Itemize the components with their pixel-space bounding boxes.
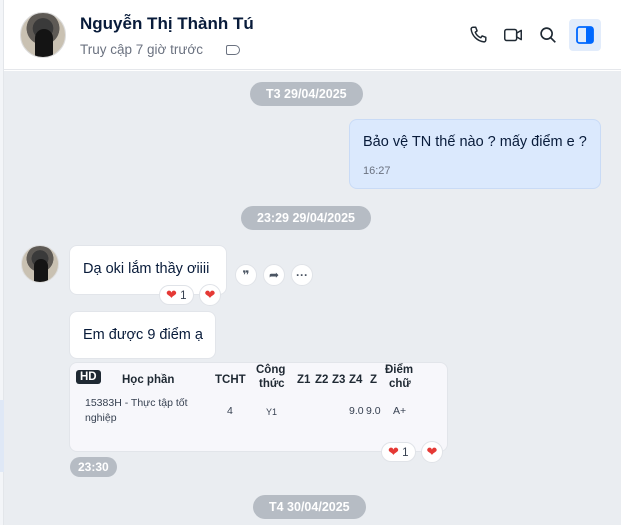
cell-formula: Y1 — [266, 407, 278, 417]
outgoing-message[interactable]: Bảo vệ TN thế nào ? mấy điểm e ? 16:27 — [349, 119, 601, 189]
cell-z: 9.0 — [366, 405, 381, 417]
last-seen-status: Truy cập 7 giờ trước — [80, 42, 204, 57]
grade-table-card[interactable]: HD Học phần TCHT Công thức Z1 Z2 Z3 Z4 Z… — [69, 362, 448, 452]
column-header-z3: Z3 — [332, 374, 346, 386]
side-panel-icon — [576, 26, 594, 44]
cell-course-line2: nghiệp — [85, 412, 117, 424]
column-header-letter-line2: chữ — [389, 378, 411, 390]
label-tag-icon[interactable] — [226, 45, 240, 55]
incoming-message[interactable]: Em được 9 điểm ạ — [69, 311, 216, 359]
date-separator: T4 30/04/2025 — [253, 495, 366, 519]
reaction-summary[interactable]: ❤ 1 — [159, 285, 194, 305]
reaction-count: 1 — [180, 290, 187, 302]
column-header-formula: Công — [256, 364, 286, 376]
add-reaction-button[interactable]: ❤ — [199, 284, 221, 306]
cell-course: 15383H - Thực tập tốt — [85, 397, 188, 409]
reaction-count: 1 — [402, 447, 409, 459]
quote-button[interactable]: ❞ — [235, 264, 257, 286]
contact-name[interactable]: Nguyễn Thị Thành Tú — [80, 14, 254, 34]
column-header-course: Học phần — [122, 374, 175, 386]
column-header-z4: Z4 — [349, 374, 363, 386]
message-list[interactable]: T3 29/04/2025 Bảo vệ TN thế nào ? mấy đi… — [4, 71, 621, 525]
column-header-formula-line2: thức — [259, 378, 285, 390]
side-panel-toggle-button[interactable] — [569, 19, 601, 51]
message-text: Em được 9 điểm ạ — [83, 327, 203, 343]
search-icon[interactable] — [537, 24, 559, 46]
phone-icon[interactable] — [467, 24, 489, 46]
column-header-letter: Điểm — [385, 364, 414, 376]
reaction-summary[interactable]: ❤ 1 — [381, 442, 416, 462]
forward-button[interactable]: ➦ — [263, 264, 285, 286]
message-time: 16:27 — [363, 165, 391, 177]
message-time: 23:30 — [70, 457, 117, 477]
date-separator: 23:29 29/04/2025 — [241, 206, 372, 230]
date-separator: T3 29/04/2025 — [250, 82, 363, 106]
message-text: Bảo vệ TN thế nào ? mấy điểm e ? — [363, 134, 587, 150]
column-header-z2: Z2 — [315, 374, 329, 386]
column-header-credits: TCHT — [215, 374, 246, 386]
more-options-button[interactable]: ··· — [291, 264, 313, 286]
add-reaction-button[interactable]: ❤ — [421, 441, 443, 463]
cell-letter: A+ — [393, 405, 407, 417]
contact-avatar[interactable] — [20, 12, 66, 58]
heart-icon: ❤ — [388, 444, 399, 459]
column-header-z1: Z1 — [297, 374, 311, 386]
column-header-z: Z — [370, 374, 378, 386]
chat-header: Nguyễn Thị Thành Tú Truy cập 7 giờ trước — [4, 0, 621, 70]
heart-icon: ❤ — [166, 287, 177, 302]
message-text: Dạ oki lắm thầy ơiiii — [83, 261, 210, 277]
cell-credits: 4 — [227, 405, 233, 417]
cell-z4: 9.0 — [349, 405, 364, 417]
video-call-icon[interactable] — [502, 24, 524, 46]
hd-badge: HD — [76, 370, 101, 384]
sender-avatar[interactable] — [21, 245, 59, 283]
